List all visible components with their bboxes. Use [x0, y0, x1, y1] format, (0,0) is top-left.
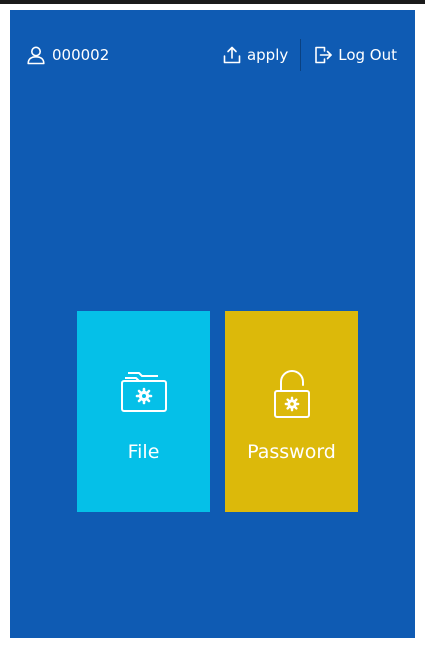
apply-label: apply	[246, 46, 289, 64]
user-icon	[26, 45, 46, 65]
main-screen: 000002 apply Log Out File Password	[10, 10, 415, 638]
logout-button[interactable]: Log Out	[305, 45, 405, 65]
unlock-gear-icon	[268, 367, 316, 425]
header-actions: apply Log Out	[214, 38, 405, 72]
user-id: 000002	[52, 46, 110, 64]
folder-gear-icon	[116, 367, 172, 419]
upload-icon	[222, 45, 242, 65]
file-tile[interactable]: File	[77, 311, 210, 512]
window-frame: 000002 apply Log Out File Password	[0, 0, 425, 648]
password-tile[interactable]: Password	[225, 311, 358, 512]
file-tile-label: File	[127, 441, 160, 463]
tile-grid: File Password	[77, 311, 358, 512]
password-tile-label: Password	[247, 441, 336, 463]
user-info: 000002	[26, 45, 109, 65]
header-divider	[300, 39, 302, 71]
header-bar: 000002 apply Log Out	[10, 10, 415, 85]
top-border	[0, 0, 425, 4]
logout-label: Log Out	[338, 46, 397, 64]
apply-button[interactable]: apply	[214, 45, 296, 65]
logout-icon	[313, 45, 333, 65]
